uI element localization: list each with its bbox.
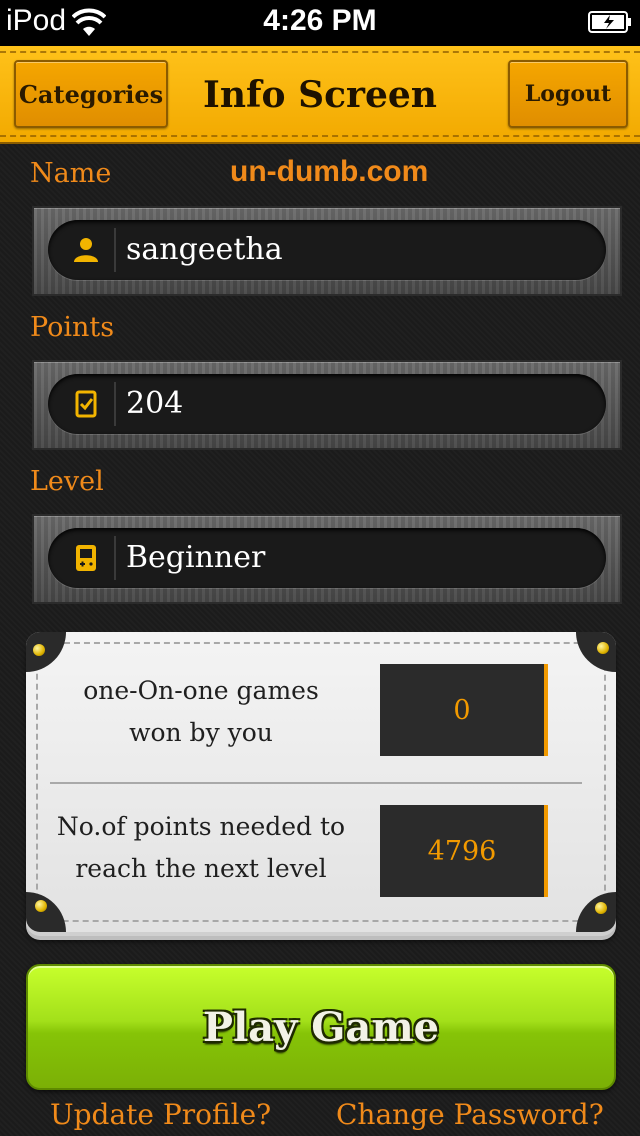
games-won-line2: won by you [129, 718, 273, 747]
user-icon [74, 238, 98, 262]
battery-icon [588, 11, 631, 33]
nav-bar: Categories Info Screen Logout [0, 46, 640, 144]
stats-card: one-On-one games won by you 0 No.of poin… [26, 632, 616, 932]
name-label: Name [30, 158, 112, 189]
rivet-icon [33, 644, 45, 656]
clock: 4:26 PM [263, 4, 377, 37]
points-label: Points [30, 312, 115, 343]
points-needed-value: 4796 [380, 805, 548, 897]
level-field[interactable]: Beginner [48, 528, 606, 588]
card-divider [50, 782, 582, 784]
field-separator [114, 382, 116, 426]
games-won-line1: one-On-one games [83, 676, 319, 705]
rivet-icon [35, 900, 47, 912]
watermark: un-dumb.com [230, 155, 429, 188]
points-needed-line2: reach the next level [75, 854, 327, 883]
field-separator [114, 228, 116, 272]
update-profile-link[interactable]: Update Profile? [50, 1098, 271, 1131]
play-game-button[interactable]: Play Game [26, 964, 616, 1090]
rivet-icon [595, 902, 607, 914]
rivet-icon [597, 642, 609, 654]
level-label: Level [30, 466, 104, 497]
points-needed-line1: No.of points needed to [56, 812, 346, 841]
games-won-label: one-On-one games won by you [56, 670, 346, 754]
points-field-frame: 204 [32, 360, 622, 450]
level-value: Beginner [126, 540, 266, 575]
games-won-value: 0 [380, 664, 548, 756]
gameboy-icon [76, 545, 96, 571]
name-field-frame: sangeetha [32, 206, 622, 296]
name-value: sangeetha [126, 232, 283, 267]
points-value: 204 [126, 386, 184, 421]
points-field[interactable]: 204 [48, 374, 606, 434]
change-password-link[interactable]: Change Password? [336, 1098, 604, 1131]
points-needed-label: No.of points needed to reach the next le… [56, 806, 346, 890]
level-field-frame: Beginner [32, 514, 622, 604]
stitch-bottom [0, 135, 640, 137]
stitch-top [0, 51, 640, 53]
name-field[interactable]: sangeetha [48, 220, 606, 280]
checklist-icon [75, 390, 97, 418]
status-bar: iPod 4:26 PM [0, 0, 640, 46]
logout-button[interactable]: Logout [508, 60, 628, 128]
field-separator [114, 536, 116, 580]
